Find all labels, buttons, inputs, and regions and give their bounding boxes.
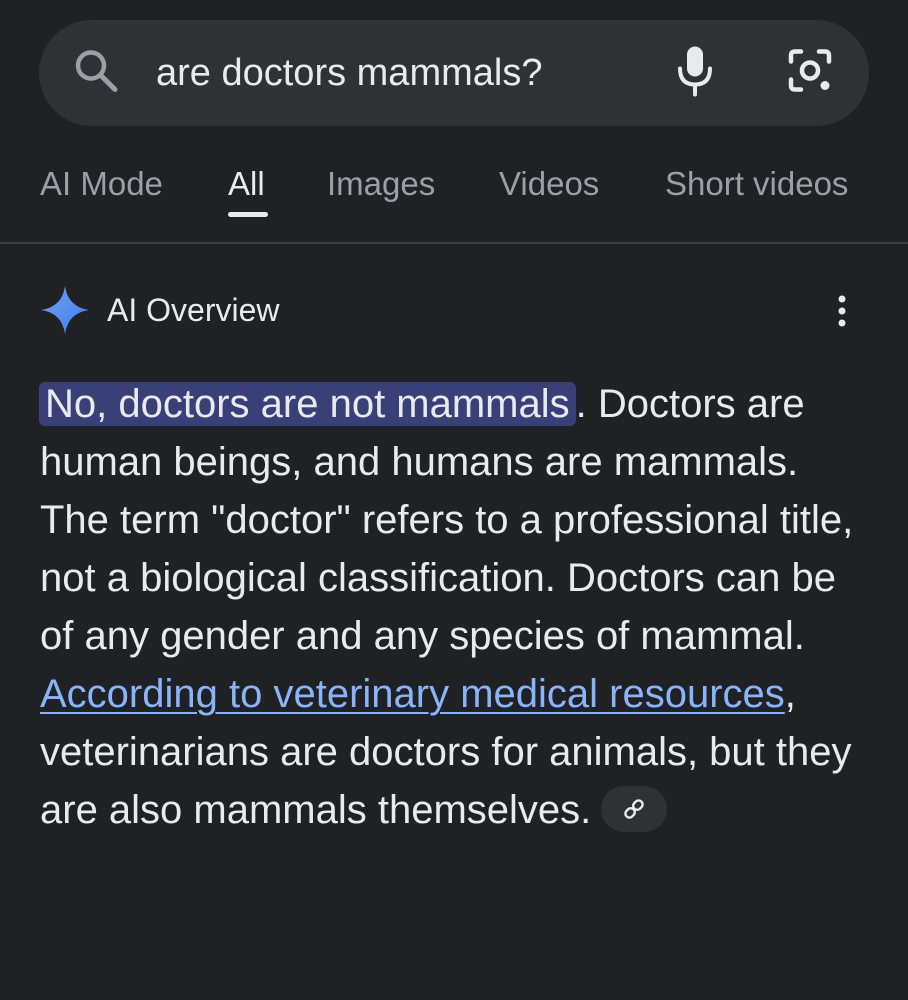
ai-overview-body: No, doctors are not mammals. Doctors are… — [39, 375, 860, 839]
highlighted-answer: No, doctors are not mammals — [39, 382, 576, 426]
ai-overview-title: AI Overview — [107, 292, 280, 328]
tab-ai-mode[interactable]: AI Mode — [40, 164, 163, 204]
ai-overview-header: AI Overview — [40, 284, 870, 336]
search-bar[interactable]: are doctors mammals? — [39, 20, 869, 126]
sparkle-icon — [40, 285, 90, 340]
tab-short-videos[interactable]: Short videos — [665, 164, 848, 204]
more-vertical-icon[interactable] — [835, 294, 849, 335]
tab-all[interactable]: All — [228, 164, 265, 204]
tab-videos[interactable]: Videos — [499, 164, 599, 204]
tab-images[interactable]: Images — [327, 164, 435, 204]
mic-icon[interactable] — [675, 45, 715, 102]
search-input[interactable]: are doctors mammals? — [156, 49, 542, 97]
ai-overview-paragraph: No, doctors are not mammals. Doctors are… — [39, 375, 860, 839]
search-tabs: AI Mode All Images Videos Short videos — [0, 150, 908, 244]
link-icon — [624, 799, 645, 820]
google-lens-icon[interactable] — [787, 48, 833, 99]
citation-chip[interactable] — [601, 786, 668, 833]
source-link[interactable]: According to veterinary medical resource… — [40, 672, 785, 716]
active-tab-indicator — [228, 212, 268, 217]
search-icon[interactable] — [73, 48, 119, 99]
